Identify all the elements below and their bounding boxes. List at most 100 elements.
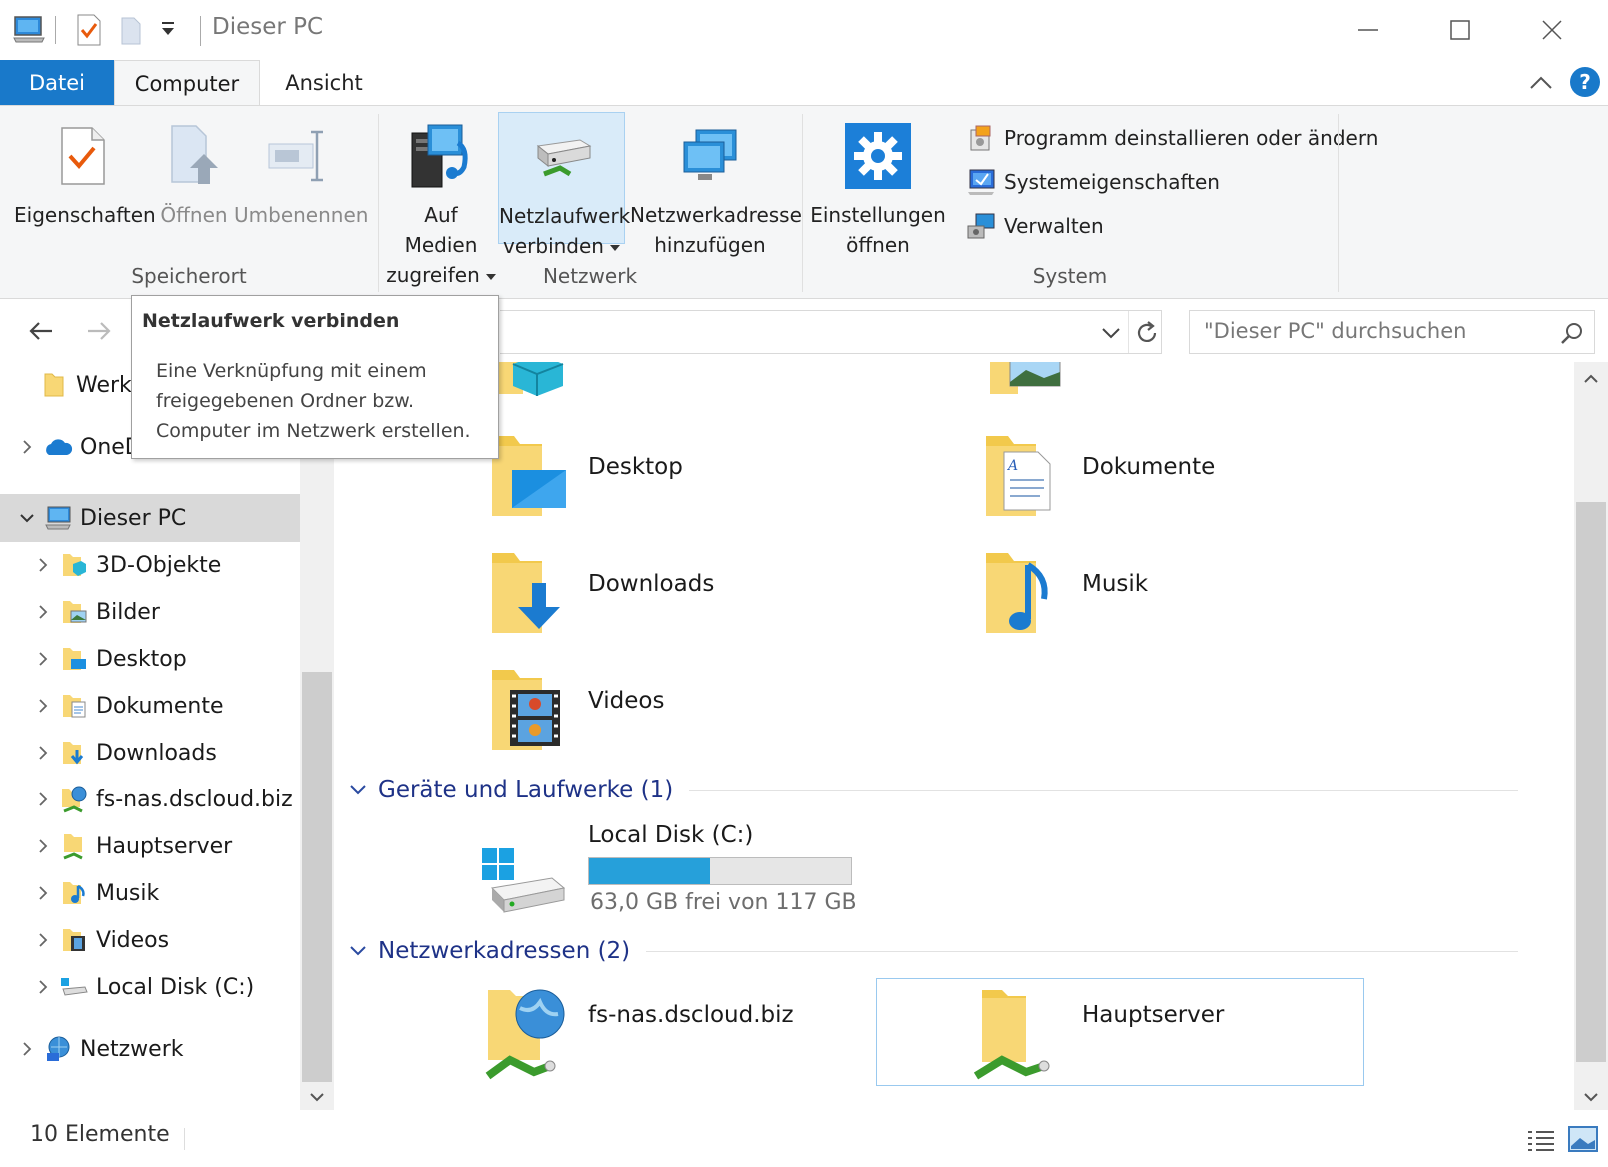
back-button[interactable] [20, 310, 62, 352]
verwalten-button[interactable]: Verwalten [966, 206, 1104, 246]
netzlaufwerk-line1: Netzlaufwerk [499, 204, 631, 228]
tree-item-label: 3D-Objekte [96, 552, 222, 578]
status-separator [184, 1128, 185, 1150]
tree-item-dokumente[interactable]: Dokumente [28, 683, 223, 729]
chevron-right-icon[interactable] [28, 932, 58, 948]
chevron-right-icon[interactable] [28, 791, 58, 807]
dropdown-caret-icon [609, 244, 620, 251]
tree-item-label: Dieser PC [80, 505, 187, 531]
search-box[interactable]: "Dieser PC" durchsuchen [1189, 310, 1595, 354]
tree-item-downloads[interactable]: Downloads [28, 730, 217, 776]
section-header-devices[interactable]: Geräte und Laufwerke (1) [348, 773, 1518, 807]
chevron-right-icon[interactable] [28, 604, 58, 620]
network-icon [42, 1034, 74, 1064]
close-button[interactable] [1506, 0, 1598, 60]
customize-quick-access-icon[interactable] [158, 20, 178, 44]
3d-objects-tile-partial[interactable] [493, 362, 573, 404]
chevron-right-icon[interactable] [28, 885, 58, 901]
navigation-scrollbar[interactable] [300, 362, 334, 1110]
chevron-right-icon[interactable] [12, 1041, 42, 1057]
einstellungen-oeffnen-button[interactable]: Einstellungen öffnen [810, 112, 946, 260]
tab-ansicht[interactable]: Ansicht [262, 60, 386, 106]
network-folder-icon [974, 990, 1050, 1080]
tree-item-dieser-pc[interactable]: Dieser PC [12, 495, 186, 541]
tree-item-desktop[interactable]: Desktop [28, 636, 187, 682]
folder-quick-icon[interactable] [120, 14, 142, 50]
network-folder-icon [58, 831, 90, 861]
network-globe-icon [58, 784, 90, 814]
chevron-down-icon[interactable] [12, 512, 42, 524]
ribbon: Eigenschaften Öffnen Umbenennen Speicher… [0, 106, 1608, 299]
network-drive-icon [499, 113, 624, 201]
svg-text:A: A [1006, 458, 1018, 474]
search-icon[interactable] [1560, 321, 1584, 349]
scroll-down-icon[interactable] [1583, 1088, 1599, 1107]
tree-item-netzwerk[interactable]: Netzwerk [12, 1026, 183, 1072]
rename-icon [234, 112, 360, 200]
minimize-button[interactable] [1322, 0, 1414, 60]
oeffnen-button[interactable]: Öffnen [158, 112, 230, 230]
chevron-right-icon[interactable] [28, 698, 58, 714]
tab-datei[interactable]: Datei [0, 60, 114, 106]
system-group-label: System [1032, 264, 1108, 288]
details-view-icon[interactable] [1526, 1128, 1556, 1156]
auf-medien-line1: Auf Medien [404, 203, 478, 257]
folder-tile-videos[interactable]: Videos [480, 666, 880, 776]
tree-item-label: Downloads [96, 740, 217, 766]
chevron-right-icon[interactable] [28, 838, 58, 854]
tree-item-bilder[interactable]: Bilder [28, 589, 160, 635]
tree-item-local-disk[interactable]: Local Disk (C:) [28, 964, 254, 1010]
collapse-ribbon-button[interactable] [1526, 68, 1556, 98]
content-scrollbar[interactable] [1574, 362, 1608, 1110]
chevron-right-icon[interactable] [12, 439, 42, 455]
folder-tile-downloads[interactable]: Downloads [480, 549, 880, 659]
scroll-down-icon[interactable] [309, 1088, 325, 1107]
tree-item-videos[interactable]: Videos [28, 917, 169, 963]
tree-item-fs-nas[interactable]: fs-nas.dscloud.biz [28, 776, 293, 822]
documents-icon [58, 691, 90, 721]
chevron-right-icon[interactable] [28, 651, 58, 667]
tree-item-musik[interactable]: Musik [28, 870, 159, 916]
section-header-network[interactable]: Netzwerkadressen (2) [348, 934, 1518, 968]
chevron-right-icon[interactable] [28, 557, 58, 573]
ribbon-tabs: Datei Computer Ansicht ? [0, 60, 1608, 107]
tree-item-label: Netzwerk [80, 1036, 184, 1062]
network-tile-fs-nas[interactable]: fs-nas.dscloud.biz [480, 980, 880, 1090]
media-server-icon [386, 112, 496, 200]
netzlaufwerk-verbinden-button[interactable]: Netzlaufwerk verbinden [498, 112, 631, 258]
umbenennen-button[interactable]: Umbenennen [234, 112, 368, 230]
navigation-scrollbar-thumb[interactable] [302, 672, 332, 1082]
downloads-icon [58, 738, 90, 768]
netzwerkadresse-line1: Netzwerkadresse [630, 203, 802, 227]
netzwerkadresse-hinzufuegen-button[interactable]: Netzwerkadresse hinzufügen [630, 112, 802, 260]
pictures-tile-partial[interactable] [988, 362, 1068, 404]
folder-tile-desktop[interactable]: Desktop [480, 432, 880, 542]
maximize-button[interactable] [1414, 0, 1506, 60]
address-history-chevron-icon[interactable] [1100, 323, 1122, 347]
tooltip: Netzlaufwerk verbinden Eine Verknüpfung … [131, 295, 499, 459]
help-button[interactable]: ? [1570, 67, 1600, 97]
videos-icon [492, 670, 560, 750]
eigenschaften-button[interactable]: Eigenschaften [14, 112, 156, 230]
chevron-right-icon[interactable] [28, 745, 58, 761]
content-scrollbar-thumb[interactable] [1576, 502, 1606, 1062]
scroll-up-icon[interactable] [1583, 370, 1599, 389]
systemeigenschaften-button[interactable]: Systemeigenschaften [966, 162, 1220, 202]
tree-item-hauptserver[interactable]: Hauptserver [28, 823, 232, 869]
status-bar: 10 Elemente [0, 1110, 1608, 1167]
folder-label: Desktop [588, 454, 683, 480]
forward-button[interactable] [78, 310, 120, 352]
tab-computer[interactable]: Computer [114, 60, 260, 107]
verwalten-label: Verwalten [1004, 214, 1104, 238]
large-icons-view-icon[interactable] [1568, 1126, 1598, 1156]
folder-tile-musik[interactable]: Musik [974, 549, 1374, 659]
chevron-right-icon[interactable] [28, 979, 58, 995]
tree-item-3d-objekte[interactable]: 3D-Objekte [28, 542, 221, 588]
address-bar[interactable] [500, 310, 1162, 354]
programm-deinstallieren-button[interactable]: Programm deinstallieren oder ändern [966, 118, 1378, 158]
network-tile-hauptserver[interactable]: Hauptserver [974, 980, 1354, 1090]
section-header-label: Netzwerkadressen (2) [378, 938, 631, 964]
refresh-icon[interactable] [1134, 320, 1160, 350]
properties-quick-icon[interactable] [76, 14, 102, 50]
folder-tile-dokumente[interactable]: A Dokumente [974, 432, 1374, 542]
